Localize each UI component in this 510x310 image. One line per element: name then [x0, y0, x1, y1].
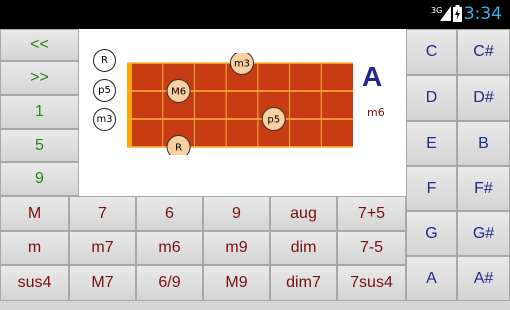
chord-type-button[interactable]: 7: [69, 196, 136, 231]
signal-icon: [440, 6, 451, 21]
app-area: << >> 1 5 9 R p5 m3 m3 M6 p5 R A m6 M 7 6 9 aug…: [0, 29, 510, 310]
prev-button[interactable]: <<: [0, 29, 79, 61]
chord-type-button[interactable]: m: [0, 231, 69, 265]
chord-type-button[interactable]: M7: [69, 265, 136, 301]
fretboard-nut: [127, 63, 132, 147]
note-button[interactable]: C: [406, 29, 457, 75]
position-1-button[interactable]: 1: [0, 95, 79, 129]
chord-type-button[interactable]: M: [0, 196, 69, 231]
chord-type-button[interactable]: M9: [203, 265, 270, 301]
note-button[interactable]: G: [406, 211, 457, 256]
note-button[interactable]: D: [406, 75, 457, 121]
chord-display: R p5 m3 m3 M6 p5 R A m6: [79, 29, 406, 196]
battery-charging-icon: [453, 5, 462, 22]
chord-quality-label: m6: [367, 106, 385, 119]
note-button[interactable]: C#: [457, 29, 510, 75]
note-button[interactable]: A#: [457, 256, 510, 301]
chord-root-label: A: [362, 61, 383, 92]
chord-type-button[interactable]: dim7: [270, 265, 337, 301]
note-button[interactable]: D#: [457, 75, 510, 121]
chord-type-button[interactable]: dim: [270, 231, 337, 265]
position-5-button[interactable]: 5: [0, 129, 79, 162]
chord-type-button[interactable]: aug: [270, 196, 337, 231]
chord-type-button[interactable]: 7-5: [337, 231, 406, 265]
next-button[interactable]: >>: [0, 61, 79, 95]
chord-type-button[interactable]: m9: [203, 231, 270, 265]
chord-type-button[interactable]: sus4: [0, 265, 69, 301]
position-9-button[interactable]: 9: [0, 162, 79, 196]
chord-type-button[interactable]: 9: [203, 196, 270, 231]
legend-m3: m3: [93, 108, 116, 131]
chord-type-button[interactable]: m6: [136, 231, 203, 265]
note-button[interactable]: F#: [457, 166, 510, 211]
note-button[interactable]: F: [406, 166, 457, 211]
note-button[interactable]: E: [406, 121, 457, 166]
note-button[interactable]: A: [406, 256, 457, 301]
status-bar: 3G 3:34: [0, 0, 510, 29]
note-dot-label: m3: [234, 59, 250, 70]
legend-p5: p5: [93, 79, 116, 102]
note-dot-label: R: [175, 143, 182, 154]
note-dot-label: p5: [267, 115, 280, 126]
legend-root: R: [93, 49, 116, 72]
note-button[interactable]: B: [457, 121, 510, 166]
chord-type-button[interactable]: 6/9: [136, 265, 203, 301]
clock: 3:34: [463, 4, 502, 24]
chord-type-button[interactable]: m7: [69, 231, 136, 265]
chord-type-button[interactable]: 7+5: [337, 196, 406, 231]
fretboard: m3 M6 p5 R: [127, 53, 353, 155]
fretboard-body: [131, 63, 353, 147]
chord-type-button[interactable]: 7sus4: [337, 265, 406, 301]
note-button[interactable]: G#: [457, 211, 510, 256]
note-dot-label: M6: [171, 87, 186, 98]
chord-type-button[interactable]: 6: [136, 196, 203, 231]
